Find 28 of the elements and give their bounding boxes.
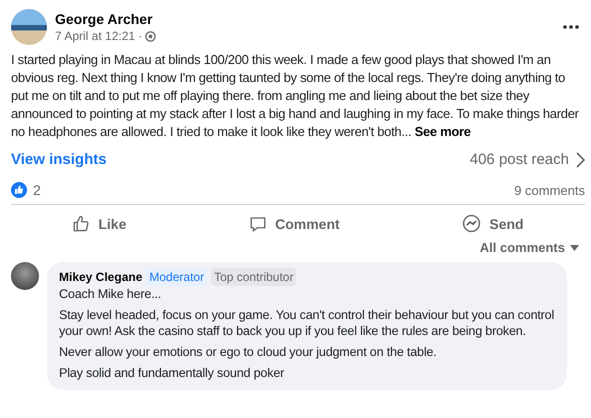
reaction-count[interactable]: 2 bbox=[33, 182, 41, 198]
see-more-link[interactable]: See more bbox=[414, 124, 471, 139]
author-name[interactable]: George Archer bbox=[55, 11, 555, 27]
comment-sort-dropdown[interactable]: All comments bbox=[474, 239, 585, 256]
commenter-name[interactable]: Mikey Clegane bbox=[59, 270, 142, 284]
thumbs-up-icon bbox=[72, 214, 90, 232]
like-reaction-icon[interactable] bbox=[11, 182, 27, 198]
more-options-icon[interactable] bbox=[563, 25, 579, 29]
commenter-avatar[interactable] bbox=[11, 262, 39, 290]
speech-bubble-icon bbox=[249, 214, 268, 232]
send-button[interactable]: Send bbox=[452, 210, 534, 237]
like-button[interactable]: Like bbox=[62, 210, 136, 237]
post-time: 7 April at 12:21 · bbox=[55, 29, 555, 43]
comment-text: Stay level headed, focus on your game. You can't control their behaviour but you can control your own! Ask the casino staff to back you up if you feel like the rules are being broken. bbox=[59, 307, 555, 339]
moderator-tag: Moderator bbox=[146, 268, 208, 286]
avatar-photo[interactable] bbox=[11, 9, 47, 45]
contributor-tag: Top contributor bbox=[211, 268, 296, 286]
chevron-right-icon[interactable] bbox=[575, 152, 585, 168]
comment-text: Play solid and fundamentally sound poker bbox=[59, 365, 286, 381]
caret-icon bbox=[570, 244, 579, 250]
comment-count[interactable]: 9 comments bbox=[514, 182, 585, 198]
post-text: I started playing in Macau at blinds 100/200 this week. I made a few good plays that showed I'm an obvious reg. Next thing I know I'm getting taunted by some of the local regs. They're doing anything to put me on tilt and to put me off playing there. from angling me and lieing about the bet size they announced to pointing at my stack after I lost a big hand and laughing in my face. To make things harder no headphones are allowed. I tried to make it look like they weren't both... See more bbox=[11, 51, 580, 141]
view-insights-link[interactable]: View insights bbox=[11, 151, 107, 168]
comment-button[interactable]: Comment bbox=[239, 210, 350, 237]
comment-text: Coach Mike here... bbox=[59, 286, 162, 302]
post-reach[interactable]: 406 post reach bbox=[470, 151, 569, 168]
comment-text: Never allow your emotions or ego to cloud your judgment on the table. bbox=[59, 344, 438, 360]
messenger-icon bbox=[462, 214, 482, 233]
